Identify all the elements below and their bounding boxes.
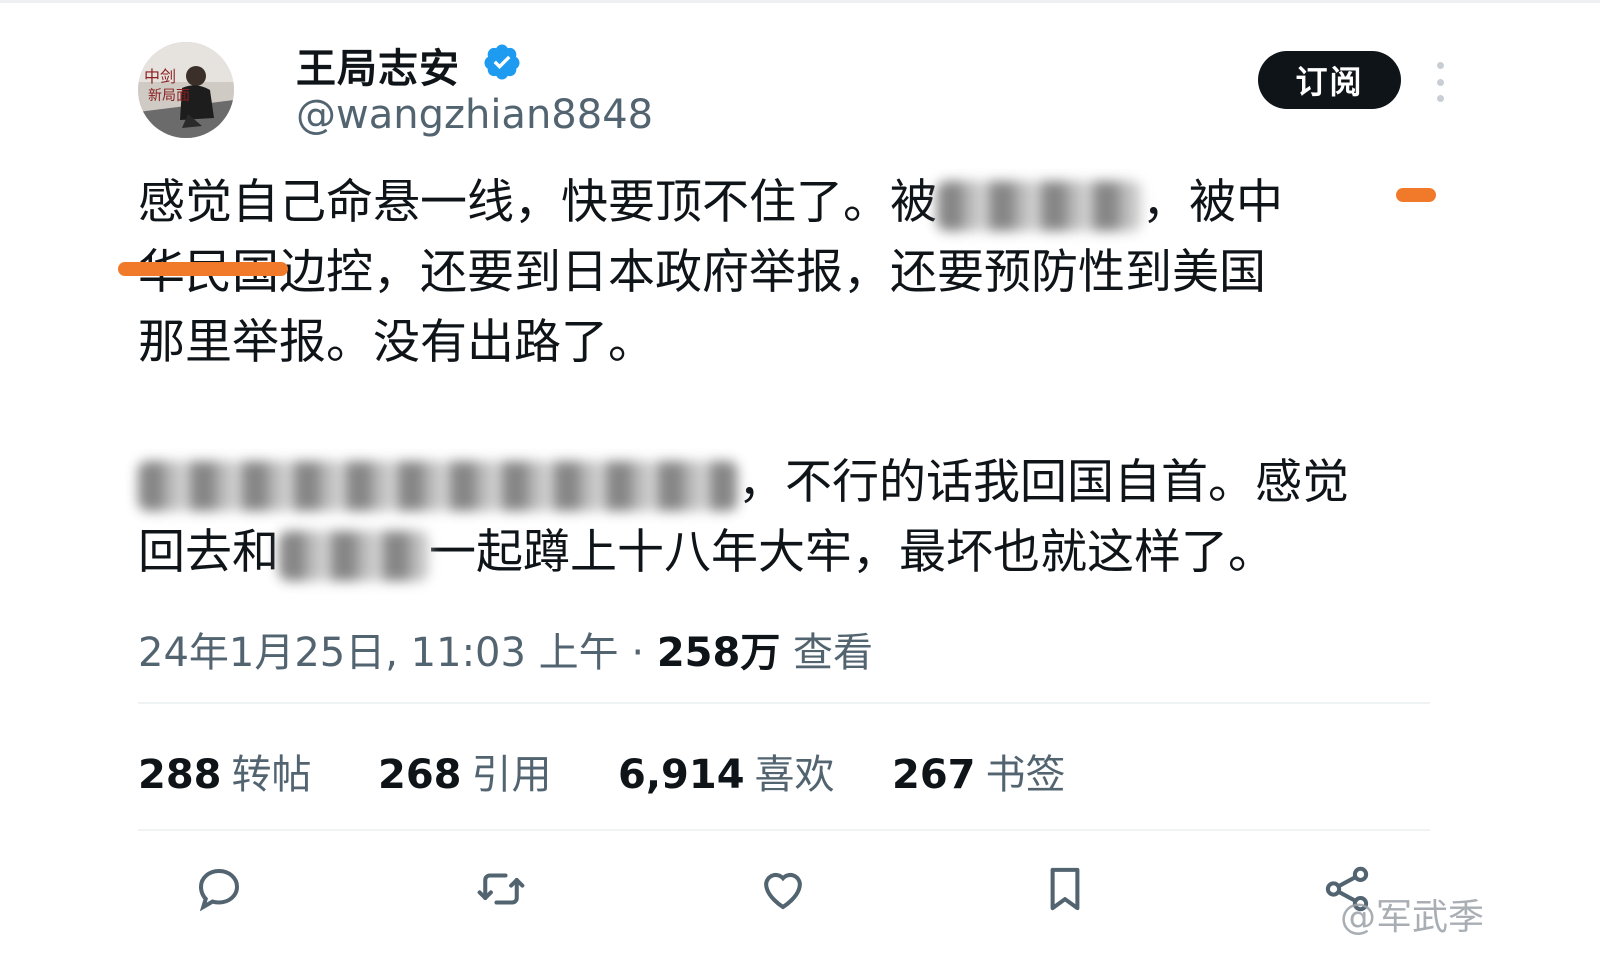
tweet-text-line: ，不行的话我回国自首。感觉 [738,455,1349,510]
quotes-stat[interactable]: 268 引用 [378,742,552,800]
views-count: 258万 [656,630,781,676]
reposts-count: 288 [138,752,222,798]
display-name[interactable]: 王局志安 [296,36,460,94]
handle[interactable]: @wangzhian8848 [296,92,653,138]
tweet-text: 感觉自己命悬一线，快要顶不住了。被 ，被中 华民国边控，还要到日本政府举报，还要预… [138,168,1438,588]
reposts-stat[interactable]: 288 转帖 [138,742,312,800]
quotes-label: 引用 [471,752,552,798]
timestamp[interactable]: 24年1月25日, 11:03 上午 [138,630,619,676]
tweet-text-line: 一起蹲上十八年大牢，最坏也就这样了。 [429,525,1275,580]
tweet-text-line: 感觉自己命悬一线，快要顶不住了。被 [138,175,937,230]
redacted-text [937,180,1142,231]
subscribe-button[interactable]: 订阅 [1258,51,1401,109]
tweet-text-line: 回去和 [138,525,279,580]
bookmarks-label: 书签 [985,752,1066,798]
redacted-text [138,460,738,511]
redacted-text [279,530,429,581]
repost-icon[interactable] [474,862,528,916]
tweet-text-line: 华民国边控，还要到日本政府举报，还要预防性到美国 [138,245,1266,300]
more-options-icon[interactable] [1425,62,1455,102]
redaction-strike [118,262,288,276]
avatar[interactable]: 中剑 新局面 [138,42,234,138]
redaction-strike [1396,188,1436,202]
reply-icon[interactable] [192,862,246,916]
verified-badge-icon [484,44,520,80]
svg-text:新局面: 新局面 [148,88,190,104]
divider [138,829,1430,831]
likes-stat[interactable]: 6,914 喜欢 [618,742,835,800]
bookmark-icon[interactable] [1038,862,1092,916]
watermark: @军武季 [1340,897,1485,938]
divider [138,702,1430,704]
reposts-label: 转帖 [231,752,312,798]
bookmarks-count: 267 [892,752,976,798]
tweet-text-line: ，被中 [1142,175,1283,230]
likes-count: 6,914 [618,752,745,798]
tweet-meta: 24年1月25日, 11:03 上午 · 258万 查看 [138,620,873,678]
like-icon[interactable] [756,862,810,916]
tweet-text-line: 那里举报。没有出路了。 [138,315,655,370]
quotes-count: 268 [378,752,462,798]
views-label: 查看 [793,630,874,676]
likes-label: 喜欢 [754,752,835,798]
bookmarks-stat[interactable]: 267 书签 [892,742,1066,800]
top-border [0,0,1600,3]
avatar-image: 中剑 新局面 [138,42,234,138]
meta-separator: · [631,630,657,676]
svg-text:中剑: 中剑 [144,67,176,86]
